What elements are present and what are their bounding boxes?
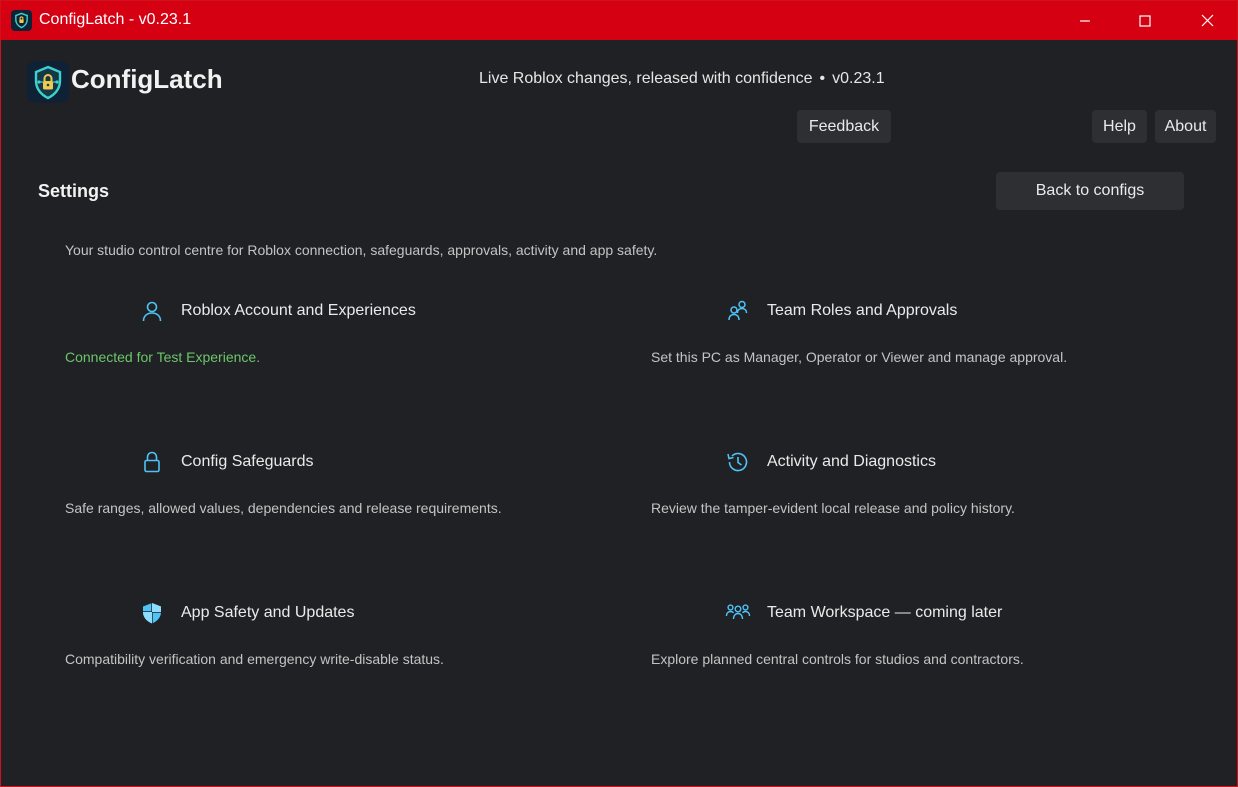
feedback-button[interactable]: Feedback [797, 110, 891, 143]
team-workspace-link[interactable]: Team Workspace — coming later [725, 600, 1002, 626]
close-button[interactable] [1177, 1, 1237, 40]
activity-diagnostics-link[interactable]: Activity and Diagnostics [725, 449, 936, 475]
roblox-account-link[interactable]: Roblox Account and Experiences [139, 298, 416, 324]
card-description: Safe ranges, allowed values, dependencie… [65, 500, 502, 516]
page-title: Settings [38, 181, 110, 201]
config-safeguards-link[interactable]: Config Safeguards [139, 449, 314, 475]
person-icon [139, 298, 165, 324]
card-description: Compatibility verification and emergency… [65, 651, 444, 667]
window-title: ConfigLatch - v0.23.1 [39, 11, 192, 28]
app-window: ConfigLatch - v0.23.1 ConfigLatch Live R… [0, 0, 1238, 787]
history-icon [725, 449, 751, 475]
app-safety-link[interactable]: App Safety and Updates [139, 600, 354, 626]
card-description: Explore planned central controls for stu… [651, 651, 1024, 667]
tagline-text: Live Roblox changes, released with confi… [479, 70, 813, 87]
people-icon [725, 600, 751, 626]
card-description: Review the tamper-evident local release … [651, 500, 1015, 516]
title-bar[interactable]: ConfigLatch - v0.23.1 [1, 1, 1237, 40]
app-icon [11, 10, 32, 31]
about-button[interactable]: About [1155, 110, 1216, 143]
minimize-button[interactable] [1055, 1, 1115, 40]
card-title: Activity and Diagnostics [767, 453, 936, 470]
connection-status: Connected for Test Experience. [65, 349, 261, 365]
logo-badge [27, 61, 69, 103]
team-roles-icon [725, 298, 751, 324]
close-icon [1201, 14, 1213, 27]
minimize-icon [1080, 19, 1090, 22]
card-title: Team Roles and Approvals [767, 302, 958, 319]
card-description: Set this PC as Manager, Operator or View… [651, 349, 1068, 365]
app-logo-text: ConfigLatch [71, 64, 223, 94]
card-title: Team Workspace — coming later [767, 604, 1003, 621]
card-title: App Safety and Updates [181, 604, 355, 621]
card-title: Config Safeguards [181, 453, 314, 470]
shield-lock-icon [34, 65, 62, 100]
shield-icon [139, 600, 165, 626]
card-title: Roblox Account and Experiences [181, 302, 416, 319]
maximize-button[interactable] [1115, 1, 1175, 40]
team-roles-link[interactable]: Team Roles and Approvals [725, 298, 957, 324]
back-to-configs-button[interactable]: Back to configs [996, 172, 1184, 210]
maximize-icon [1139, 14, 1151, 27]
tagline: Live Roblox changes, released with confi… [479, 70, 885, 88]
lock-icon [139, 449, 165, 475]
help-button[interactable]: Help [1092, 110, 1147, 143]
app-version: v0.23.1 [832, 70, 885, 87]
settings-intro: Your studio control centre for Roblox co… [65, 242, 658, 258]
tagline-separator: • [819, 70, 826, 87]
